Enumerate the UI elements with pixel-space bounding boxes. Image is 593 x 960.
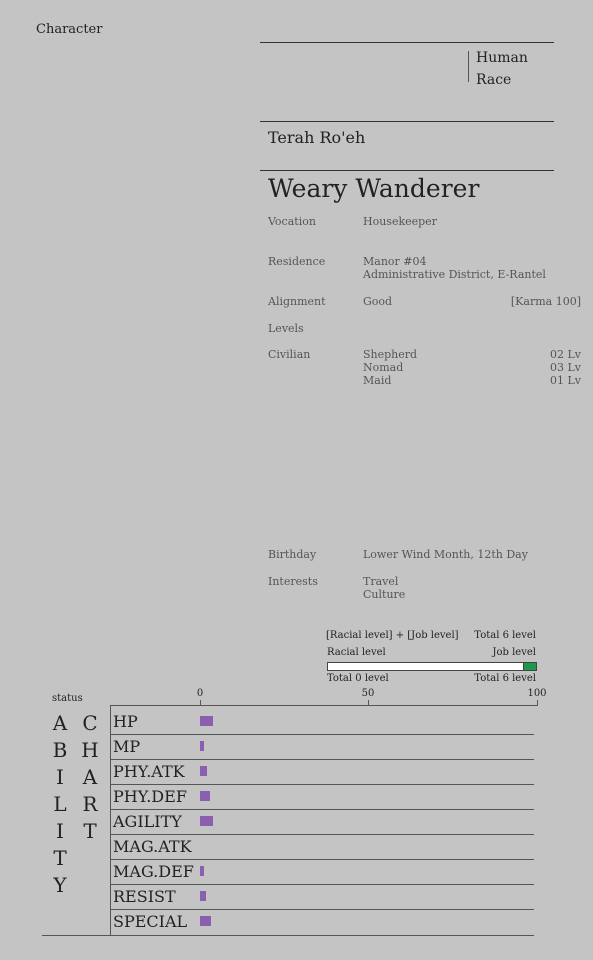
- title-letter: A: [82, 765, 98, 789]
- level-total: Total 6 level: [474, 630, 536, 641]
- stat-row: MP: [110, 734, 534, 760]
- divider: [260, 121, 554, 122]
- stat-bar: [200, 791, 211, 801]
- stat-row: MAG.ATK: [110, 834, 534, 860]
- job-level-total: Total 6 level: [474, 673, 536, 684]
- level-progress-bar: [327, 662, 537, 671]
- page-header: Character: [36, 22, 103, 37]
- interest-item: Travel: [363, 575, 399, 588]
- title-letter: T: [83, 819, 97, 843]
- levels-label: Levels: [268, 322, 304, 335]
- divider: [260, 170, 554, 171]
- stat-label: RESIST: [113, 887, 176, 906]
- title-letter: L: [53, 792, 67, 816]
- job-name: Shepherd: [363, 348, 418, 361]
- stat-label: MAG.ATK: [113, 837, 192, 856]
- stat-label: PHY.ATK: [113, 762, 185, 781]
- karma-value: [Karma 100]: [510, 295, 581, 308]
- stat-bar: [200, 816, 214, 826]
- job-level: 01 Lv: [549, 374, 581, 387]
- stat-row: PHY.ATK: [110, 759, 534, 785]
- racial-level-total: Total 0 level: [327, 673, 389, 684]
- race-divider: [468, 51, 469, 82]
- title-letter: Y: [53, 873, 67, 897]
- job-name: Maid: [363, 374, 392, 387]
- stat-label: PHY.DEF: [113, 787, 187, 806]
- vocation-label: Vocation: [268, 215, 316, 228]
- residence-label: Residence: [268, 255, 326, 268]
- residence-line1: Manor #04: [363, 255, 427, 268]
- title-letter: T: [53, 846, 67, 870]
- stat-row: HP: [110, 709, 534, 735]
- stat-label: HP: [113, 712, 138, 731]
- axis-tick-label: 0: [196, 688, 204, 699]
- race-value: Human: [476, 50, 528, 66]
- alignment-label: Alignment: [268, 295, 326, 308]
- status-label: status: [52, 693, 83, 704]
- axis-tick-label: 100: [527, 688, 547, 699]
- stat-bar: [200, 716, 214, 726]
- race-label: Race: [476, 72, 512, 88]
- title-letter: R: [82, 792, 98, 816]
- stat-row: PHY.DEF: [110, 784, 534, 810]
- stat-bar: [200, 916, 211, 926]
- job-level-label: Job level: [492, 647, 537, 658]
- stat-label: AGILITY: [113, 812, 182, 831]
- chart-bottom-rule: [42, 935, 534, 936]
- stat-label: MAG.DEF: [113, 862, 194, 881]
- stat-row: MAG.DEF: [110, 859, 534, 885]
- job-level: 03 Lv: [549, 361, 581, 374]
- character-title: Weary Wanderer: [268, 174, 480, 203]
- birthday-value: Lower Wind Month, 12th Day: [363, 548, 528, 561]
- stat-axis: [110, 705, 538, 706]
- alignment-value: Good: [363, 295, 393, 308]
- divider: [260, 42, 554, 43]
- stat-bar: [200, 741, 205, 751]
- title-letter: A: [52, 711, 68, 735]
- title-letter: B: [52, 738, 68, 762]
- interests-label: Interests: [268, 575, 318, 588]
- title-letter: C: [82, 711, 98, 735]
- interest-item: Culture: [363, 588, 406, 601]
- character-name: Terah Ro'eh: [268, 128, 366, 147]
- job-name: Nomad: [363, 361, 404, 374]
- level-formula: [Racial level] + [Job level]: [326, 630, 459, 641]
- stat-row: AGILITY: [110, 809, 534, 835]
- residence-line2: Administrative District, E-Rantel: [363, 268, 546, 281]
- job-level: 02 Lv: [549, 348, 581, 361]
- racial-level-label: Racial level: [327, 647, 386, 658]
- stat-bar: [200, 866, 205, 876]
- axis-tick-label: 50: [361, 688, 375, 699]
- stat-bar: [200, 891, 207, 901]
- job-level-fill: [523, 663, 536, 670]
- stat-label: MP: [113, 737, 141, 756]
- stat-row: SPECIAL: [110, 909, 534, 934]
- vocation-value: Housekeeper: [363, 215, 437, 228]
- title-letter: I: [56, 819, 64, 843]
- stat-bar: [200, 766, 208, 776]
- stat-row: RESIST: [110, 884, 534, 910]
- title-letter: I: [56, 765, 64, 789]
- birthday-label: Birthday: [268, 548, 317, 561]
- civilian-label: Civilian: [268, 348, 311, 361]
- title-letter: H: [81, 738, 99, 762]
- stat-label: SPECIAL: [113, 912, 188, 931]
